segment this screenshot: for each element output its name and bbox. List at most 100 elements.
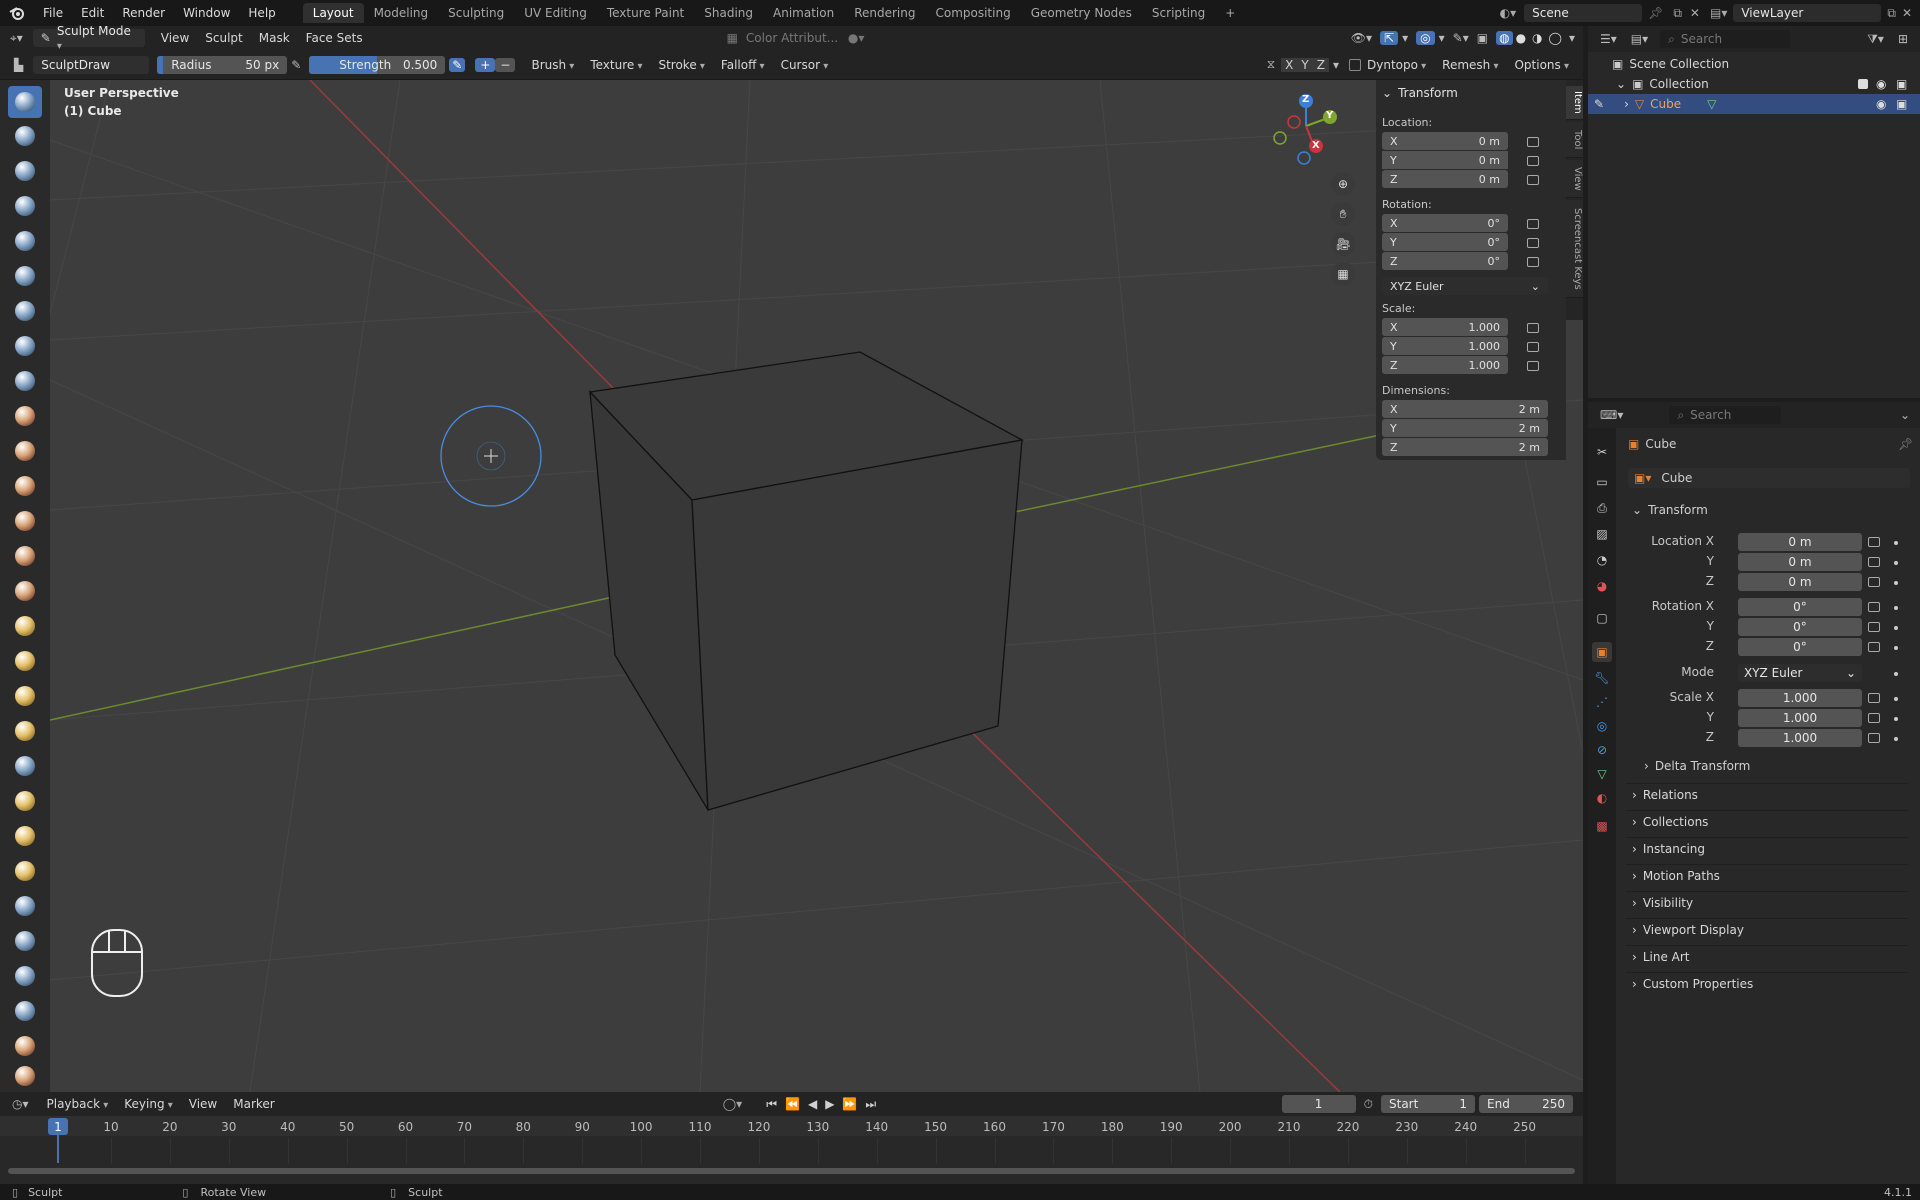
tool-thumb[interactable]	[8, 715, 42, 747]
color-attribute-selector[interactable]: Color Attribut...	[738, 29, 848, 47]
tool-draw-sharp[interactable]	[8, 120, 42, 152]
lock-icon[interactable]	[1527, 156, 1539, 166]
gizmo-dropdown-icon[interactable]: ▾	[1402, 31, 1408, 45]
tool-multiplane-scrape[interactable]	[8, 540, 42, 572]
sculpt-mode-icon[interactable]: ✎	[1594, 97, 1604, 111]
scale-y-field[interactable]: Y 1.000	[1382, 337, 1508, 355]
eye-icon[interactable]: ◉	[1876, 97, 1886, 111]
options-menu[interactable]: Options	[1506, 56, 1577, 74]
filter-icon[interactable]: ⧩▾	[1867, 32, 1884, 47]
playhead-frame-label[interactable]: 1	[48, 1118, 68, 1135]
blender-logo-icon[interactable]	[0, 6, 34, 20]
object-datablock-field[interactable]: ▣▾ Cube	[1628, 468, 1910, 488]
menu-mask[interactable]: Mask	[251, 29, 298, 47]
start-frame-field[interactable]: Start 1	[1381, 1095, 1475, 1113]
tab-layout[interactable]: Layout	[302, 3, 364, 23]
symmetry-x-button[interactable]: X	[1281, 57, 1298, 72]
tool-smooth[interactable]	[8, 400, 42, 432]
outliner-search-input[interactable]: ⌕ Search	[1660, 30, 1791, 48]
tool-crease[interactable]	[8, 365, 42, 397]
tool-rotate[interactable]	[8, 820, 42, 852]
scene-icon[interactable]: ◐▾	[1500, 6, 1517, 20]
tool-draw[interactable]	[8, 86, 42, 118]
tool-clay-thumb[interactable]	[8, 225, 42, 257]
scene-props-icon[interactable]: ◔	[1592, 550, 1612, 570]
shading-solid-icon[interactable]: ●	[1513, 31, 1529, 45]
shading-wireframe-icon[interactable]: ◍	[1496, 31, 1513, 45]
delta-transform-section[interactable]: › Delta Transform	[1644, 756, 1908, 776]
tool-multires[interactable]	[8, 1060, 42, 1092]
output-props-icon[interactable]: ⎙	[1592, 498, 1612, 518]
jump-end-icon[interactable]: ⏭	[865, 1097, 876, 1112]
camera-icon[interactable]: ▣	[1896, 77, 1907, 91]
tab-animation[interactable]: Animation	[763, 3, 844, 23]
object-props-icon[interactable]: ▣	[1592, 642, 1612, 662]
eye-icon[interactable]: ◉	[1876, 77, 1886, 91]
tab-rendering[interactable]: Rendering	[844, 3, 925, 23]
section-custom-properties[interactable]: › Custom Properties	[1626, 972, 1908, 994]
camera-view-icon[interactable]: 🎥︎	[1331, 232, 1355, 256]
rot-y-field[interactable]: Y 0°	[1382, 233, 1508, 251]
loc-y-field[interactable]: Y 0 m	[1382, 151, 1508, 169]
brush-preview-icon[interactable]: ▙	[14, 58, 23, 72]
location-x-field[interactable]: 0 m	[1738, 533, 1862, 551]
tool-slide-relax[interactable]	[8, 855, 42, 887]
tab-screencast-keys[interactable]: Screencast Keys	[1566, 200, 1583, 298]
texture-menu[interactable]: Texture	[582, 56, 650, 74]
delete-scene-icon[interactable]: ✕	[1690, 6, 1700, 20]
outliner-cube-row[interactable]: ✎ › ▽ Cube ▽ ◉ ▣	[1588, 94, 1920, 114]
dim-x-field[interactable]: X 2 m	[1382, 400, 1548, 418]
rotation-x-field[interactable]: 0°	[1738, 598, 1862, 616]
transform-section-header[interactable]: ⌄ Transform	[1632, 500, 1908, 520]
tool-flatten[interactable]	[8, 435, 42, 467]
shading-rendered-icon[interactable]: ◯	[1546, 31, 1565, 45]
tool-mask[interactable]	[8, 995, 42, 1027]
end-frame-field[interactable]: End 250	[1479, 1095, 1573, 1113]
dyntopo-menu[interactable]: Dyntopo	[1367, 56, 1434, 74]
section-line-art[interactable]: › Line Art	[1626, 945, 1908, 967]
play-reverse-icon[interactable]: ◀	[808, 1097, 817, 1111]
pin-scene-icon[interactable]: 📌︎	[1648, 6, 1663, 20]
cube-mesh[interactable]	[588, 351, 1024, 811]
lock-icon[interactable]	[1868, 537, 1880, 547]
menu-sculpt[interactable]: Sculpt	[197, 29, 250, 47]
scale-x-field[interactable]: X 1.000	[1382, 318, 1508, 336]
new-collection-icon[interactable]: ⊞	[1898, 32, 1908, 46]
symmetry-icon[interactable]: ⧖	[1267, 57, 1275, 72]
dim-y-field[interactable]: Y 2 m	[1382, 419, 1548, 437]
view-layer-selector[interactable]: ViewLayer	[1733, 4, 1882, 22]
prev-keyframe-icon[interactable]: ⏪	[785, 1097, 800, 1111]
delete-view-layer-icon[interactable]: ✕	[1902, 6, 1912, 20]
keyframe-dot-icon[interactable]	[1894, 717, 1898, 721]
tool-pinch[interactable]	[8, 575, 42, 607]
shading-dropdown-icon[interactable]: ▾	[1569, 31, 1575, 45]
direction-add-button[interactable]: +	[475, 57, 496, 72]
keyframe-dot-icon[interactable]	[1894, 606, 1898, 610]
lock-icon[interactable]	[1868, 733, 1880, 743]
tab-shading[interactable]: Shading	[694, 3, 763, 23]
symmetry-z-button[interactable]: Z	[1312, 57, 1329, 72]
data-props-icon[interactable]: ▽	[1592, 764, 1612, 784]
new-scene-icon[interactable]: ⧉	[1673, 6, 1682, 21]
transform-panel-header[interactable]: ⌄ Transform	[1382, 86, 1458, 100]
mode-selector[interactable]: ✎ Sculpt Mode	[32, 24, 145, 47]
gizmo-toggle-icon[interactable]: ⇱	[1380, 31, 1399, 45]
lock-icon[interactable]	[1868, 622, 1880, 632]
timeline-scrollbar[interactable]	[8, 1168, 1575, 1174]
lock-icon[interactable]	[1527, 323, 1539, 333]
brush-menu[interactable]: Brush	[523, 56, 582, 74]
record-icon[interactable]: ◯▾	[723, 1097, 742, 1111]
keyframe-dot-icon[interactable]	[1894, 646, 1898, 650]
3d-viewport[interactable]: User Perspective (1) Cube Z Y X ⊕ ✋︎ 🎥︎ …	[50, 80, 1583, 1092]
physics-props-icon[interactable]: ◎	[1592, 716, 1612, 736]
strength-pressure-icon[interactable]: ✎	[449, 57, 466, 72]
material-props-icon[interactable]: ◐	[1592, 788, 1612, 808]
loc-z-field[interactable]: Z 0 m	[1382, 170, 1508, 188]
keyframe-dot-icon[interactable]	[1894, 581, 1898, 585]
remesh-menu[interactable]: Remesh	[1434, 56, 1506, 74]
playback-menu[interactable]: Playback	[39, 1095, 117, 1113]
jump-start-icon[interactable]: ⏮	[766, 1097, 777, 1112]
keyframe-dot-icon[interactable]	[1894, 672, 1898, 676]
add-workspace-icon[interactable]: +	[1215, 3, 1245, 23]
tab-scripting[interactable]: Scripting	[1142, 3, 1215, 23]
